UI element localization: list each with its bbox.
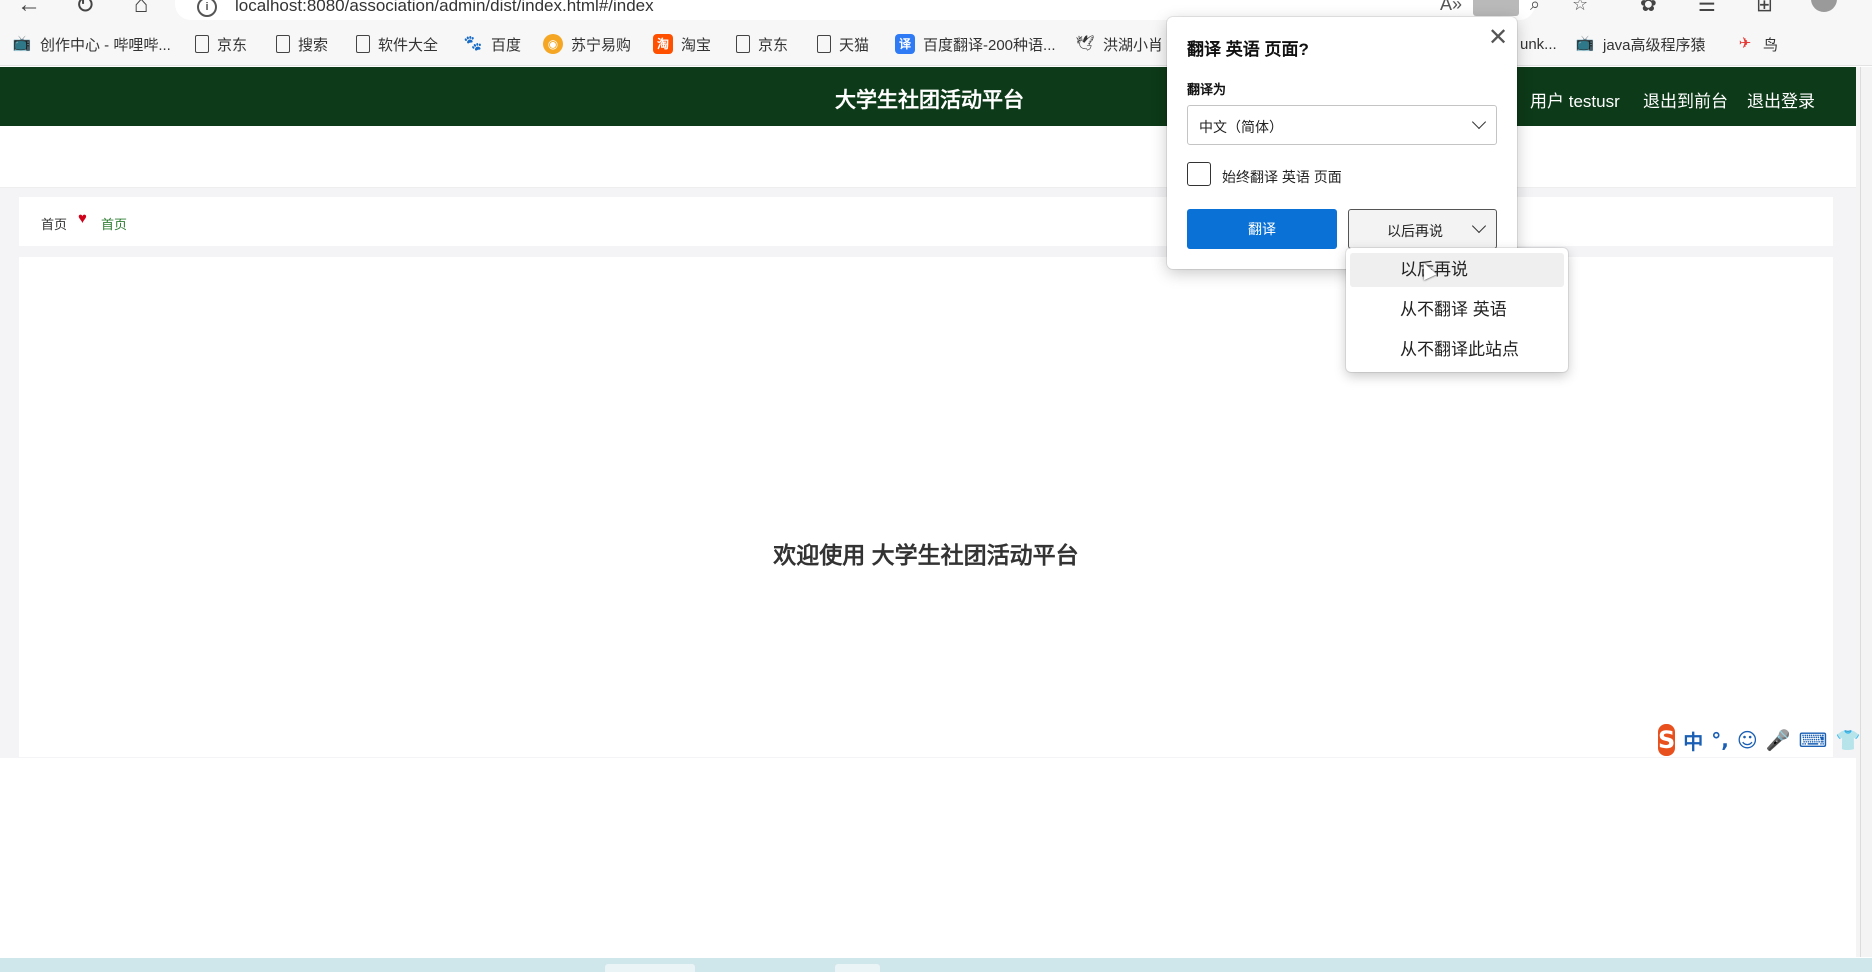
zoom-icon[interactable]: ⌕ bbox=[1530, 0, 1540, 15]
favorite-icon[interactable]: ☆ bbox=[1572, 0, 1588, 15]
bookmark-item[interactable]: 软件大全 bbox=[356, 32, 438, 56]
bookmark-item[interactable]: ◉ 苏宁易购 bbox=[543, 32, 631, 56]
not-now-label: 以后再说 bbox=[1387, 223, 1443, 239]
bird-icon: 🕊 bbox=[1075, 35, 1095, 52]
url-text[interactable]: localhost:8080/association/admin/dist/in… bbox=[235, 0, 654, 16]
page-icon bbox=[817, 35, 831, 53]
page-icon bbox=[276, 35, 290, 53]
page-icon bbox=[356, 35, 370, 53]
refresh-icon[interactable]: ↻ bbox=[72, 0, 98, 19]
site-info-icon[interactable]: i bbox=[197, 0, 217, 17]
translate-button[interactable]: 翻译 bbox=[1187, 209, 1337, 249]
breadcrumb: 首页 ♥ 首页 bbox=[19, 197, 1833, 246]
bookmark-item[interactable]: 天猫 bbox=[817, 32, 869, 56]
collections-icon[interactable]: ⊞ bbox=[1756, 0, 1773, 17]
bookmark-item[interactable]: 🕊 洪湖小肖 bbox=[1075, 32, 1163, 56]
popup-title: 翻译 英语 页面? bbox=[1187, 40, 1309, 59]
ime-keyboard-icon[interactable]: ⌨ bbox=[1799, 728, 1828, 752]
sogou-logo-icon[interactable]: S bbox=[1658, 724, 1676, 756]
bookmark-item[interactable]: 译 百度翻译-200种语... bbox=[895, 32, 1056, 56]
taskbar-tab[interactable] bbox=[835, 964, 880, 972]
tab-strip-area bbox=[0, 126, 1856, 188]
bilibili-icon: 📺 bbox=[1575, 35, 1595, 52]
ime-toolbar: S 中 °, ☺ 🎤 ⌨ 👕 ↑ bbox=[1658, 723, 1872, 757]
baidu-paw-icon: 🐾 bbox=[463, 35, 483, 52]
language-select[interactable]: 中文（简体） bbox=[1187, 105, 1497, 145]
app-title: 大学生社团活动平台 bbox=[835, 89, 1024, 112]
bookmark-item[interactable]: 京东 bbox=[195, 32, 247, 56]
home-icon[interactable]: ⌂ bbox=[128, 0, 154, 18]
scrollbar-thumb[interactable] bbox=[1860, 67, 1868, 957]
bookmark-item[interactable]: 京东 bbox=[736, 32, 788, 56]
bookmark-item[interactable]: ✈ 鸟 bbox=[1735, 32, 1778, 56]
ime-emoji-icon[interactable]: ☺ bbox=[1737, 728, 1758, 752]
scrollbar[interactable] bbox=[1856, 67, 1872, 957]
user-label: 用户 testusr bbox=[1530, 92, 1620, 111]
ime-skin-icon[interactable]: 👕 bbox=[1836, 728, 1861, 752]
back-icon[interactable]: ← bbox=[16, 0, 42, 18]
taskbar-strip bbox=[0, 958, 1872, 972]
bookmark-item[interactable]: 📺 创作中心 - 哔哩哔... bbox=[12, 32, 171, 56]
bookmark-item[interactable]: 🐾 百度 bbox=[463, 32, 521, 56]
page-icon bbox=[195, 35, 209, 53]
always-translate-checkbox[interactable] bbox=[1187, 162, 1211, 186]
translate-page-icon[interactable] bbox=[1473, 0, 1519, 16]
logout-link[interactable]: 退出登录 bbox=[1747, 87, 1815, 112]
profile-avatar[interactable] bbox=[1811, 0, 1837, 12]
always-translate-label[interactable]: 始终翻译 英语 页面 bbox=[1222, 167, 1342, 187]
breadcrumb-home[interactable]: 首页 bbox=[41, 214, 67, 233]
translate-popup: 翻译 英语 页面? ✕ 翻译为 中文（简体） 始终翻译 英语 页面 翻译 以后再… bbox=[1167, 17, 1517, 269]
read-aloud-icon[interactable]: A» bbox=[1440, 0, 1462, 15]
menu-item-never-translate-language[interactable]: 从不翻译 英语 bbox=[1350, 293, 1564, 327]
taobao-icon: 淘 bbox=[653, 34, 673, 54]
taskbar-tab[interactable] bbox=[605, 964, 695, 972]
exit-to-frontend-link[interactable]: 退出到前台 bbox=[1643, 87, 1728, 112]
not-now-menu: 以后再说 从不翻译 英语 从不翻译此站点 bbox=[1346, 248, 1568, 372]
bookmark-item[interactable]: 搜索 bbox=[276, 32, 328, 56]
menu-item-never-translate-site[interactable]: 从不翻译此站点 bbox=[1350, 333, 1564, 367]
bilibili-icon: 📺 bbox=[12, 35, 32, 52]
ime-chinese-mode[interactable]: 中 bbox=[1683, 726, 1703, 755]
menu-item-not-now[interactable]: 以后再说 bbox=[1350, 253, 1564, 287]
ime-more-icon[interactable]: ↑ bbox=[1868, 728, 1872, 752]
chevron-down-icon bbox=[1471, 114, 1487, 130]
app-header: 大学生社团活动平台 用户 testusr 退出到前台 退出登录 bbox=[0, 67, 1860, 126]
baidu-translate-icon: 译 bbox=[895, 34, 915, 54]
ime-voice-icon[interactable]: 🎤 bbox=[1766, 728, 1791, 752]
breadcrumb-current: 首页 bbox=[101, 217, 128, 232]
not-now-button[interactable]: 以后再说 bbox=[1348, 209, 1497, 249]
bookmarks-bar: 📺 创作中心 - 哔哩哔... 京东 搜索 软件大全 🐾 百度 ◉ 苏宁易购 淘… bbox=[0, 22, 1872, 66]
welcome-heading: 欢迎使用 大学生社团活动平台 bbox=[773, 542, 1079, 568]
browser-toolbar: ← ↻ ⌂ i localhost:8080/association/admin… bbox=[0, 0, 1872, 22]
bookmark-item[interactable]: unk... bbox=[1520, 32, 1557, 56]
bookmark-item[interactable]: 淘 淘宝 bbox=[653, 32, 711, 56]
bookmark-item[interactable]: 📺 java高级程序猿 bbox=[1575, 32, 1706, 56]
language-select-value: 中文（简体） bbox=[1199, 119, 1283, 135]
bird-red-icon: ✈ bbox=[1738, 35, 1752, 52]
chevron-down-icon bbox=[1471, 218, 1487, 234]
favorites-list-icon[interactable]: ☰ bbox=[1698, 0, 1716, 17]
heart-icon: ♥ bbox=[78, 210, 87, 227]
page-icon bbox=[736, 35, 750, 53]
extensions-icon[interactable]: ✿ bbox=[1640, 0, 1657, 17]
translate-to-label: 翻译为 bbox=[1187, 82, 1227, 97]
suning-icon: ◉ bbox=[543, 34, 563, 54]
ime-punctuation-icon[interactable]: °, bbox=[1711, 728, 1729, 752]
close-icon[interactable]: ✕ bbox=[1485, 25, 1511, 51]
